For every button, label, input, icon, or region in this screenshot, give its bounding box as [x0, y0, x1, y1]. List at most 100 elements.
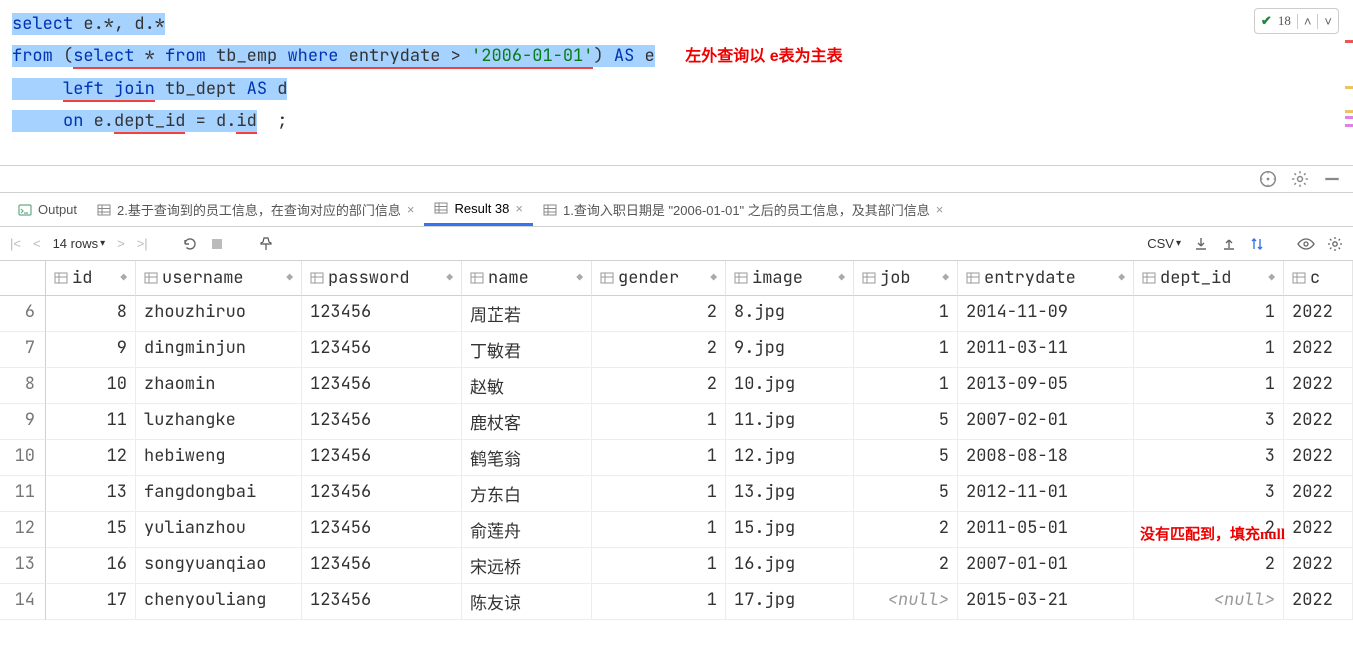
pin-button[interactable] [258, 236, 274, 252]
cell-name[interactable]: 陈友谅 [462, 584, 592, 620]
cell-c[interactable]: 2022 [1284, 440, 1353, 476]
rows-selector[interactable]: 14 rows ▾ [53, 236, 106, 251]
cell-image[interactable]: 10.jpg [726, 368, 854, 404]
tab-output[interactable]: Output [8, 193, 87, 226]
cell-dept-id[interactable]: 3 [1134, 476, 1284, 512]
cell-job[interactable]: 2 [854, 512, 958, 548]
cell-image[interactable]: 15.jpg [726, 512, 854, 548]
cell-username[interactable]: luzhangke [136, 404, 302, 440]
cell-password[interactable]: 123456 [302, 404, 462, 440]
gear-icon[interactable] [1291, 170, 1309, 188]
cell-username[interactable]: yulianzhou [136, 512, 302, 548]
cell-gender[interactable]: 1 [592, 548, 726, 584]
eye-icon[interactable] [1297, 236, 1315, 252]
cell-id[interactable]: 12 [46, 440, 136, 476]
cell-job[interactable]: 1 [854, 332, 958, 368]
row-number[interactable]: 7 [0, 332, 46, 368]
cell-password[interactable]: 123456 [302, 548, 462, 584]
cell-dept-id[interactable]: 1 [1134, 368, 1284, 404]
gear-icon[interactable] [1327, 236, 1343, 252]
cell-image[interactable]: 11.jpg [726, 404, 854, 440]
cell-dept-id[interactable]: 1 [1134, 332, 1284, 368]
header-image[interactable]: image◆ [726, 261, 854, 296]
tab-query-1[interactable]: 1.查询入职日期是 "2006-01-01" 之后的员工信息，及其部门信息 × [533, 193, 953, 226]
cell-id[interactable]: 13 [46, 476, 136, 512]
cell-dept-id[interactable]: 3 [1134, 404, 1284, 440]
tab-query-2[interactable]: 2.基于查询到的员工信息，在查询对应的部门信息 × [87, 193, 424, 226]
header-username[interactable]: username◆ [136, 261, 302, 296]
cell-c[interactable]: 2022 [1284, 584, 1353, 620]
cell-job[interactable]: 1 [854, 368, 958, 404]
export-format-selector[interactable]: CSV ▾ [1147, 236, 1181, 251]
cell-c[interactable]: 2022 [1284, 296, 1353, 332]
header-entrydate[interactable]: entrydate◆ [958, 261, 1134, 296]
cell-username[interactable]: songyuanqiao [136, 548, 302, 584]
compare-button[interactable] [1249, 236, 1265, 252]
row-number[interactable]: 12 [0, 512, 46, 548]
row-number[interactable]: 14 [0, 584, 46, 620]
header-gender[interactable]: gender◆ [592, 261, 726, 296]
cell-username[interactable]: fangdongbai [136, 476, 302, 512]
cell-password[interactable]: 123456 [302, 512, 462, 548]
cell-gender[interactable]: 2 [592, 332, 726, 368]
cell-image[interactable]: 9.jpg [726, 332, 854, 368]
cell-job[interactable]: 5 [854, 476, 958, 512]
prev-page-button[interactable]: < [33, 236, 41, 251]
cell-image[interactable]: 8.jpg [726, 296, 854, 332]
upload-button[interactable] [1221, 236, 1237, 252]
cell-job[interactable]: <null> [854, 584, 958, 620]
cell-entrydate[interactable]: 2007-02-01 [958, 404, 1134, 440]
cell-dept-id[interactable]: <null> [1134, 584, 1284, 620]
header-name[interactable]: name◆ [462, 261, 592, 296]
next-page-button[interactable]: > [117, 236, 125, 251]
cell-name[interactable]: 方东白 [462, 476, 592, 512]
cell-c[interactable]: 2022 [1284, 548, 1353, 584]
cell-name[interactable]: 赵敏 [462, 368, 592, 404]
header-job[interactable]: job◆ [854, 261, 958, 296]
cell-entrydate[interactable]: 2007-01-01 [958, 548, 1134, 584]
cell-id[interactable]: 16 [46, 548, 136, 584]
close-icon[interactable]: × [515, 201, 523, 216]
sql-editor[interactable]: select e.*, d.* from (select * from tb_e… [0, 0, 1353, 166]
cell-password[interactable]: 123456 [302, 296, 462, 332]
cell-username[interactable]: zhaomin [136, 368, 302, 404]
cell-gender[interactable]: 2 [592, 368, 726, 404]
cell-dept-id[interactable]: 3 [1134, 440, 1284, 476]
cell-name[interactable]: 周芷若 [462, 296, 592, 332]
header-id[interactable]: id◆ [46, 261, 136, 296]
row-number[interactable]: 9 [0, 404, 46, 440]
cell-entrydate[interactable]: 2015-03-21 [958, 584, 1134, 620]
cell-job[interactable]: 2 [854, 548, 958, 584]
minimize-icon[interactable] [1323, 170, 1341, 188]
cell-entrydate[interactable]: 2012-11-01 [958, 476, 1134, 512]
cell-gender[interactable]: 2 [592, 296, 726, 332]
cell-id[interactable]: 15 [46, 512, 136, 548]
row-number[interactable]: 6 [0, 296, 46, 332]
cell-name[interactable]: 鹤笔翁 [462, 440, 592, 476]
cell-password[interactable]: 123456 [302, 584, 462, 620]
cell-gender[interactable]: 1 [592, 512, 726, 548]
cell-entrydate[interactable]: 2008-08-18 [958, 440, 1134, 476]
cell-password[interactable]: 123456 [302, 332, 462, 368]
download-button[interactable] [1193, 236, 1209, 252]
reload-button[interactable] [182, 236, 198, 252]
cell-entrydate[interactable]: 2011-05-01 [958, 512, 1134, 548]
last-page-button[interactable]: >| [137, 236, 148, 251]
cell-password[interactable]: 123456 [302, 368, 462, 404]
cell-gender[interactable]: 1 [592, 440, 726, 476]
cell-name[interactable]: 丁敏君 [462, 332, 592, 368]
row-number[interactable]: 10 [0, 440, 46, 476]
cell-c[interactable]: 2022 [1284, 368, 1353, 404]
cell-c[interactable]: 2022 [1284, 332, 1353, 368]
compass-icon[interactable] [1259, 170, 1277, 188]
tab-result-38[interactable]: Result 38 × [424, 193, 533, 226]
cell-username[interactable]: hebiweng [136, 440, 302, 476]
cell-id[interactable]: 17 [46, 584, 136, 620]
cell-entrydate[interactable]: 2013-09-05 [958, 368, 1134, 404]
cell-c[interactable]: 2022 [1284, 476, 1353, 512]
close-icon[interactable]: × [407, 202, 415, 217]
cell-name[interactable]: 俞莲舟 [462, 512, 592, 548]
cell-password[interactable]: 123456 [302, 440, 462, 476]
header-rownum[interactable] [0, 261, 46, 296]
chevron-down-icon[interactable]: ˅ [1317, 14, 1338, 29]
